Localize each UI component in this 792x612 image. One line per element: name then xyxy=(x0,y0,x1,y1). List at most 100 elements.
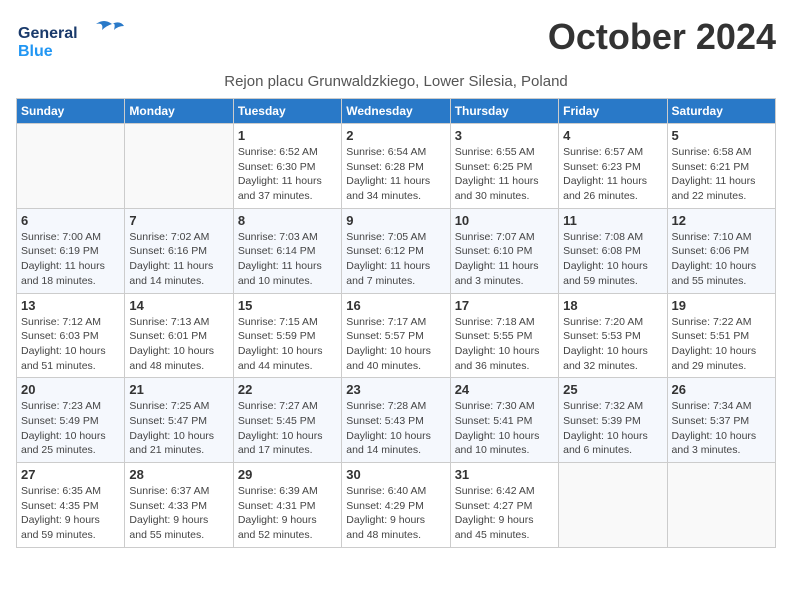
day-number: 28 xyxy=(129,467,228,482)
calendar-week-4: 20Sunrise: 7:23 AM Sunset: 5:49 PM Dayli… xyxy=(17,378,776,463)
calendar-cell: 24 Sunrise: 7:30 AM Sunset: 5:41 PM Dayli… xyxy=(450,378,558,463)
calendar-cell: 15 Sunrise: 7:15 AM Sunset: 5:59 PM Dayli… xyxy=(233,293,341,378)
day-number: 2 xyxy=(346,128,445,143)
day-number: 24 xyxy=(455,382,554,397)
day-info: Sunrise: 7:22 AM Sunset: 5:51 PM Dayligh… xyxy=(672,315,771,374)
day-info: Sunrise: 7:32 AM Sunset: 5:39 PM Dayligh… xyxy=(563,399,662,458)
day-number: 6 xyxy=(21,213,120,228)
day-info: Sunrise: 6:55 AM Sunset: 6:25 PM Dayligh… xyxy=(455,145,554,204)
day-info: Sunrise: 7:05 AM Sunset: 6:12 PM Dayligh… xyxy=(346,230,445,289)
day-info: Sunrise: 7:03 AM Sunset: 6:14 PM Dayligh… xyxy=(238,230,337,289)
calendar-cell: 9 Sunrise: 7:05 AM Sunset: 6:12 PM Daylig… xyxy=(342,208,450,293)
calendar-cell: 7Sunrise: 7:02 AM Sunset: 6:16 PM Daylig… xyxy=(125,208,233,293)
day-info: Sunrise: 7:25 AM Sunset: 5:47 PM Dayligh… xyxy=(129,399,228,458)
day-number: 15 xyxy=(238,298,337,313)
day-info: Sunrise: 7:20 AM Sunset: 5:53 PM Dayligh… xyxy=(563,315,662,374)
calendar-cell: 8 Sunrise: 7:03 AM Sunset: 6:14 PM Daylig… xyxy=(233,208,341,293)
day-number: 19 xyxy=(672,298,771,313)
day-number: 23 xyxy=(346,382,445,397)
day-number: 1 xyxy=(238,128,337,143)
svg-text:Blue: Blue xyxy=(18,43,53,60)
day-number: 5 xyxy=(672,128,771,143)
weekday-header-friday: Friday xyxy=(559,99,667,124)
day-info: Sunrise: 6:35 AM Sunset: 4:35 PM Dayligh… xyxy=(21,484,120,543)
svg-text:General: General xyxy=(18,25,78,42)
calendar-cell xyxy=(667,463,775,548)
calendar-week-3: 13 Sunrise: 7:12 AM Sunset: 6:03 PM Dayli… xyxy=(17,293,776,378)
calendar-cell: 19 Sunrise: 7:22 AM Sunset: 5:51 PM Dayli… xyxy=(667,293,775,378)
day-info: Sunrise: 7:12 AM Sunset: 6:03 PM Dayligh… xyxy=(21,315,120,374)
calendar-cell: 3 Sunrise: 6:55 AM Sunset: 6:25 PM Daylig… xyxy=(450,124,558,209)
day-number: 29 xyxy=(238,467,337,482)
calendar-cell: 21 Sunrise: 7:25 AM Sunset: 5:47 PM Dayli… xyxy=(125,378,233,463)
day-info: Sunrise: 7:00 AM Sunset: 6:19 PM Dayligh… xyxy=(21,230,120,289)
day-number: 11 xyxy=(563,213,662,228)
day-number: 12 xyxy=(672,213,771,228)
calendar-cell: 30 Sunrise: 6:40 AM Sunset: 4:29 PM Dayli… xyxy=(342,463,450,548)
day-info: Sunrise: 6:54 AM Sunset: 6:28 PM Dayligh… xyxy=(346,145,445,204)
day-number: 16 xyxy=(346,298,445,313)
day-info: Sunrise: 6:52 AM Sunset: 6:30 PM Dayligh… xyxy=(238,145,337,204)
day-number: 31 xyxy=(455,467,554,482)
day-number: 26 xyxy=(672,382,771,397)
day-info: Sunrise: 6:37 AM Sunset: 4:33 PM Dayligh… xyxy=(129,484,228,543)
day-info: Sunrise: 7:13 AM Sunset: 6:01 PM Dayligh… xyxy=(129,315,228,374)
day-info: Sunrise: 6:40 AM Sunset: 4:29 PM Dayligh… xyxy=(346,484,445,543)
weekday-header-tuesday: Tuesday xyxy=(233,99,341,124)
day-info: Sunrise: 6:42 AM Sunset: 4:27 PM Dayligh… xyxy=(455,484,554,543)
calendar-cell: 31 Sunrise: 6:42 AM Sunset: 4:27 PM Dayli… xyxy=(450,463,558,548)
day-info: Sunrise: 6:57 AM Sunset: 6:23 PM Dayligh… xyxy=(563,145,662,204)
calendar-cell xyxy=(17,124,125,209)
day-number: 10 xyxy=(455,213,554,228)
calendar-cell: 29 Sunrise: 6:39 AM Sunset: 4:31 PM Dayli… xyxy=(233,463,341,548)
calendar-cell: 28 Sunrise: 6:37 AM Sunset: 4:33 PM Dayli… xyxy=(125,463,233,548)
day-info: Sunrise: 7:15 AM Sunset: 5:59 PM Dayligh… xyxy=(238,315,337,374)
calendar-cell: 26 Sunrise: 7:34 AM Sunset: 5:37 PM Dayli… xyxy=(667,378,775,463)
day-info: Sunrise: 7:08 AM Sunset: 6:08 PM Dayligh… xyxy=(563,230,662,289)
day-number: 3 xyxy=(455,128,554,143)
header-area: General Blue October 2024 xyxy=(16,16,776,71)
day-info: Sunrise: 7:34 AM Sunset: 5:37 PM Dayligh… xyxy=(672,399,771,458)
day-info: Sunrise: 7:10 AM Sunset: 6:06 PM Dayligh… xyxy=(672,230,771,289)
day-number: 30 xyxy=(346,467,445,482)
weekday-header-row: SundayMondayTuesdayWednesdayThursdayFrid… xyxy=(17,99,776,124)
month-year-title: October 2024 xyxy=(548,16,776,58)
calendar-cell: 11 Sunrise: 7:08 AM Sunset: 6:08 PM Dayli… xyxy=(559,208,667,293)
day-number: 25 xyxy=(563,382,662,397)
calendar-table: SundayMondayTuesdayWednesdayThursdayFrid… xyxy=(16,98,776,548)
calendar-cell: 14 Sunrise: 7:13 AM Sunset: 6:01 PM Dayli… xyxy=(125,293,233,378)
location-subtitle: Rejon placu Grunwaldzkiego, Lower Silesi… xyxy=(16,73,776,90)
weekday-header-thursday: Thursday xyxy=(450,99,558,124)
calendar-cell: 17 Sunrise: 7:18 AM Sunset: 5:55 PM Dayli… xyxy=(450,293,558,378)
day-info: Sunrise: 7:30 AM Sunset: 5:41 PM Dayligh… xyxy=(455,399,554,458)
day-number: 20 xyxy=(21,382,120,397)
day-number: 4 xyxy=(563,128,662,143)
calendar-cell: 5Sunrise: 6:58 AM Sunset: 6:21 PM Daylig… xyxy=(667,124,775,209)
logo: General Blue xyxy=(16,16,126,71)
weekday-header-wednesday: Wednesday xyxy=(342,99,450,124)
calendar-cell xyxy=(559,463,667,548)
day-number: 14 xyxy=(129,298,228,313)
day-info: Sunrise: 6:39 AM Sunset: 4:31 PM Dayligh… xyxy=(238,484,337,543)
calendar-cell: 10 Sunrise: 7:07 AM Sunset: 6:10 PM Dayli… xyxy=(450,208,558,293)
day-number: 9 xyxy=(346,213,445,228)
day-number: 21 xyxy=(129,382,228,397)
day-info: Sunrise: 7:17 AM Sunset: 5:57 PM Dayligh… xyxy=(346,315,445,374)
day-info: Sunrise: 7:18 AM Sunset: 5:55 PM Dayligh… xyxy=(455,315,554,374)
calendar-cell: 6 Sunrise: 7:00 AM Sunset: 6:19 PM Daylig… xyxy=(17,208,125,293)
calendar-week-5: 27 Sunrise: 6:35 AM Sunset: 4:35 PM Dayli… xyxy=(17,463,776,548)
day-number: 27 xyxy=(21,467,120,482)
calendar-week-1: 1 Sunrise: 6:52 AM Sunset: 6:30 PM Daylig… xyxy=(17,124,776,209)
day-number: 7 xyxy=(129,213,228,228)
calendar-cell: 1 Sunrise: 6:52 AM Sunset: 6:30 PM Daylig… xyxy=(233,124,341,209)
day-number: 13 xyxy=(21,298,120,313)
day-info: Sunrise: 7:28 AM Sunset: 5:43 PM Dayligh… xyxy=(346,399,445,458)
day-number: 17 xyxy=(455,298,554,313)
calendar-cell: 20Sunrise: 7:23 AM Sunset: 5:49 PM Dayli… xyxy=(17,378,125,463)
day-number: 8 xyxy=(238,213,337,228)
calendar-cell: 22Sunrise: 7:27 AM Sunset: 5:45 PM Dayli… xyxy=(233,378,341,463)
calendar-cell: 16 Sunrise: 7:17 AM Sunset: 5:57 PM Dayli… xyxy=(342,293,450,378)
calendar-cell: 4 Sunrise: 6:57 AM Sunset: 6:23 PM Daylig… xyxy=(559,124,667,209)
day-info: Sunrise: 7:07 AM Sunset: 6:10 PM Dayligh… xyxy=(455,230,554,289)
day-info: Sunrise: 7:27 AM Sunset: 5:45 PM Dayligh… xyxy=(238,399,337,458)
